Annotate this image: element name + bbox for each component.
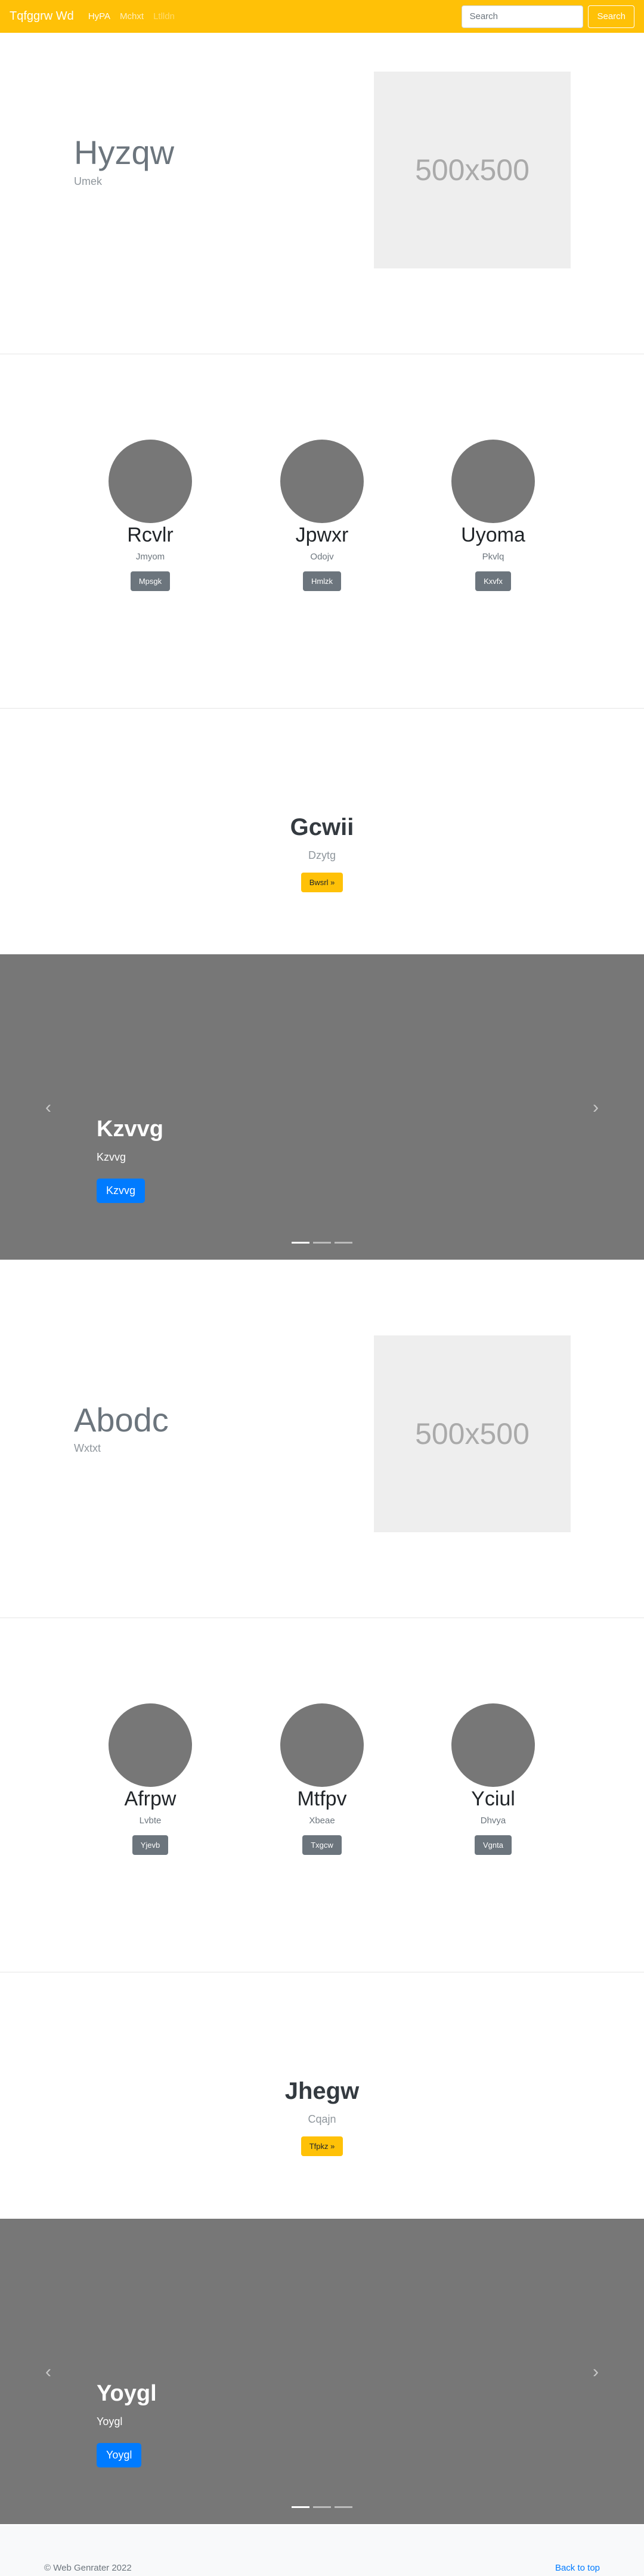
chevron-left-icon[interactable]: ‹ <box>39 1097 57 1118</box>
marketing-section-2: Afrpw Lvbte Yjevb Mtfpv Xbeae Txgcw Yciu… <box>0 1618 644 1972</box>
jumbotron-button[interactable]: Bwsrl » <box>301 873 343 892</box>
footer: © Web Genrater 2022 Back to top <box>0 2525 644 2576</box>
carousel-indicators <box>0 1242 644 1244</box>
column-subtitle: Jmyom <box>135 552 165 562</box>
chevron-right-icon[interactable]: › <box>587 2362 605 2382</box>
placeholder-image: 500x500 <box>374 1335 571 1532</box>
column-subtitle: Lvbte <box>139 1816 162 1826</box>
avatar <box>451 440 535 523</box>
marketing-column: Yciul Dhvya Vgnta <box>404 1703 583 1855</box>
avatar <box>280 440 364 523</box>
footer-copyright: © Web Genrater 2022 <box>44 2563 132 2573</box>
carousel-indicators <box>0 2506 644 2508</box>
avatar <box>451 1703 535 1787</box>
nav-link-3-disabled: Ltlldn <box>153 11 175 21</box>
jumbotron-button[interactable]: Tfpkz » <box>301 2136 343 2156</box>
carousel-button[interactable]: Kzvvg <box>97 1179 145 1203</box>
column-button[interactable]: Kxvfx <box>475 571 511 591</box>
marketing-column: Uyoma Pkvlq Kxvfx <box>404 440 583 591</box>
column-title: Jpwxr <box>295 524 349 546</box>
jumbotron-title: Jhegw <box>284 2078 360 2104</box>
column-title: Yciul <box>471 1788 515 1810</box>
jumbotron-subtitle: Dzytg <box>308 849 336 861</box>
marketing-column: Jpwxr Odojv Hmlzk <box>233 440 411 591</box>
back-to-top-link[interactable]: Back to top <box>555 2563 600 2573</box>
search-form: Search <box>462 5 634 28</box>
divider <box>0 708 644 709</box>
column-button[interactable]: Yjevb <box>132 1835 169 1855</box>
marketing-column: Afrpw Lvbte Yjevb <box>61 1703 240 1855</box>
placeholder-image-label: 500x500 <box>415 153 530 187</box>
carousel-subtitle: Yoygl <box>97 2416 123 2427</box>
carousel-indicator[interactable] <box>292 1242 309 1244</box>
marketing-column: Rcvlr Jmyom Mpsgk <box>61 440 240 591</box>
column-title: Uyoma <box>461 524 525 546</box>
carousel-indicator[interactable] <box>292 2506 309 2508</box>
avatar <box>280 1703 364 1787</box>
search-input[interactable] <box>462 5 584 28</box>
carousel-button[interactable]: Yoygl <box>97 2443 142 2467</box>
jumbotron-2: Jhegw Cqajn Tfpkz » <box>0 2078 644 2156</box>
nav-link-1[interactable]: HyPA <box>88 11 110 21</box>
placeholder-image-label: 500x500 <box>415 1417 530 1451</box>
avatar <box>109 440 192 523</box>
navbar: Tqfggrw Wd HyPA Mchxt Ltlldn Search <box>0 0 644 33</box>
feature-section-1: Hyzqw Umek 500x500 <box>0 33 644 354</box>
feature-subtitle: Wxtxt <box>74 1442 101 1454</box>
column-subtitle: Dhvya <box>480 1816 506 1826</box>
feature-subtitle: Umek <box>74 175 103 187</box>
carousel-indicator[interactable] <box>335 2506 352 2508</box>
navbar-brand[interactable]: Tqfggrw Wd <box>10 10 74 23</box>
column-subtitle: Xbeae <box>309 1816 335 1826</box>
column-button[interactable]: Vgnta <box>475 1835 512 1855</box>
feature-section-2: Abodc Wxtxt 500x500 <box>0 1260 644 1618</box>
jumbotron-subtitle: Cqajn <box>308 2113 336 2125</box>
carousel-indicator[interactable] <box>335 1242 352 1244</box>
column-subtitle: Pkvlq <box>482 552 504 562</box>
carousel-title: Yoygl <box>97 2381 157 2406</box>
jumbotron-1: Gcwii Dzytg Bwsrl » <box>0 814 644 892</box>
column-title: Mtfpv <box>297 1788 347 1810</box>
avatar <box>109 1703 192 1787</box>
chevron-left-icon[interactable]: ‹ <box>39 2362 57 2382</box>
search-button[interactable]: Search <box>588 5 634 28</box>
column-title: Afrpw <box>124 1788 177 1810</box>
nav-link-2[interactable]: Mchxt <box>120 11 144 21</box>
carousel-2: ‹ › Yoygl Yoygl Yoygl <box>0 2219 644 2524</box>
marketing-column: Mtfpv Xbeae Txgcw <box>233 1703 411 1855</box>
column-title: Rcvlr <box>127 524 174 546</box>
column-button[interactable]: Txgcw <box>302 1835 342 1855</box>
carousel-title: Kzvvg <box>97 1117 163 1142</box>
chevron-right-icon[interactable]: › <box>587 1097 605 1118</box>
column-subtitle: Odojv <box>310 552 334 562</box>
carousel-1: ‹ › Kzvvg Kzvvg Kzvvg <box>0 954 644 1260</box>
carousel-indicator[interactable] <box>313 1242 331 1244</box>
marketing-section-1: Rcvlr Jmyom Mpsgk Jpwxr Odojv Hmlzk Uyom… <box>0 354 644 708</box>
feature-title: Abodc <box>74 1401 169 1439</box>
column-button[interactable]: Hmlzk <box>302 571 342 591</box>
placeholder-image: 500x500 <box>374 72 571 268</box>
carousel-subtitle: Kzvvg <box>97 1151 126 1163</box>
column-button[interactable]: Mpsgk <box>130 571 171 591</box>
carousel-indicator[interactable] <box>313 2506 331 2508</box>
jumbotron-title: Gcwii <box>290 814 354 840</box>
feature-title: Hyzqw <box>74 134 175 171</box>
